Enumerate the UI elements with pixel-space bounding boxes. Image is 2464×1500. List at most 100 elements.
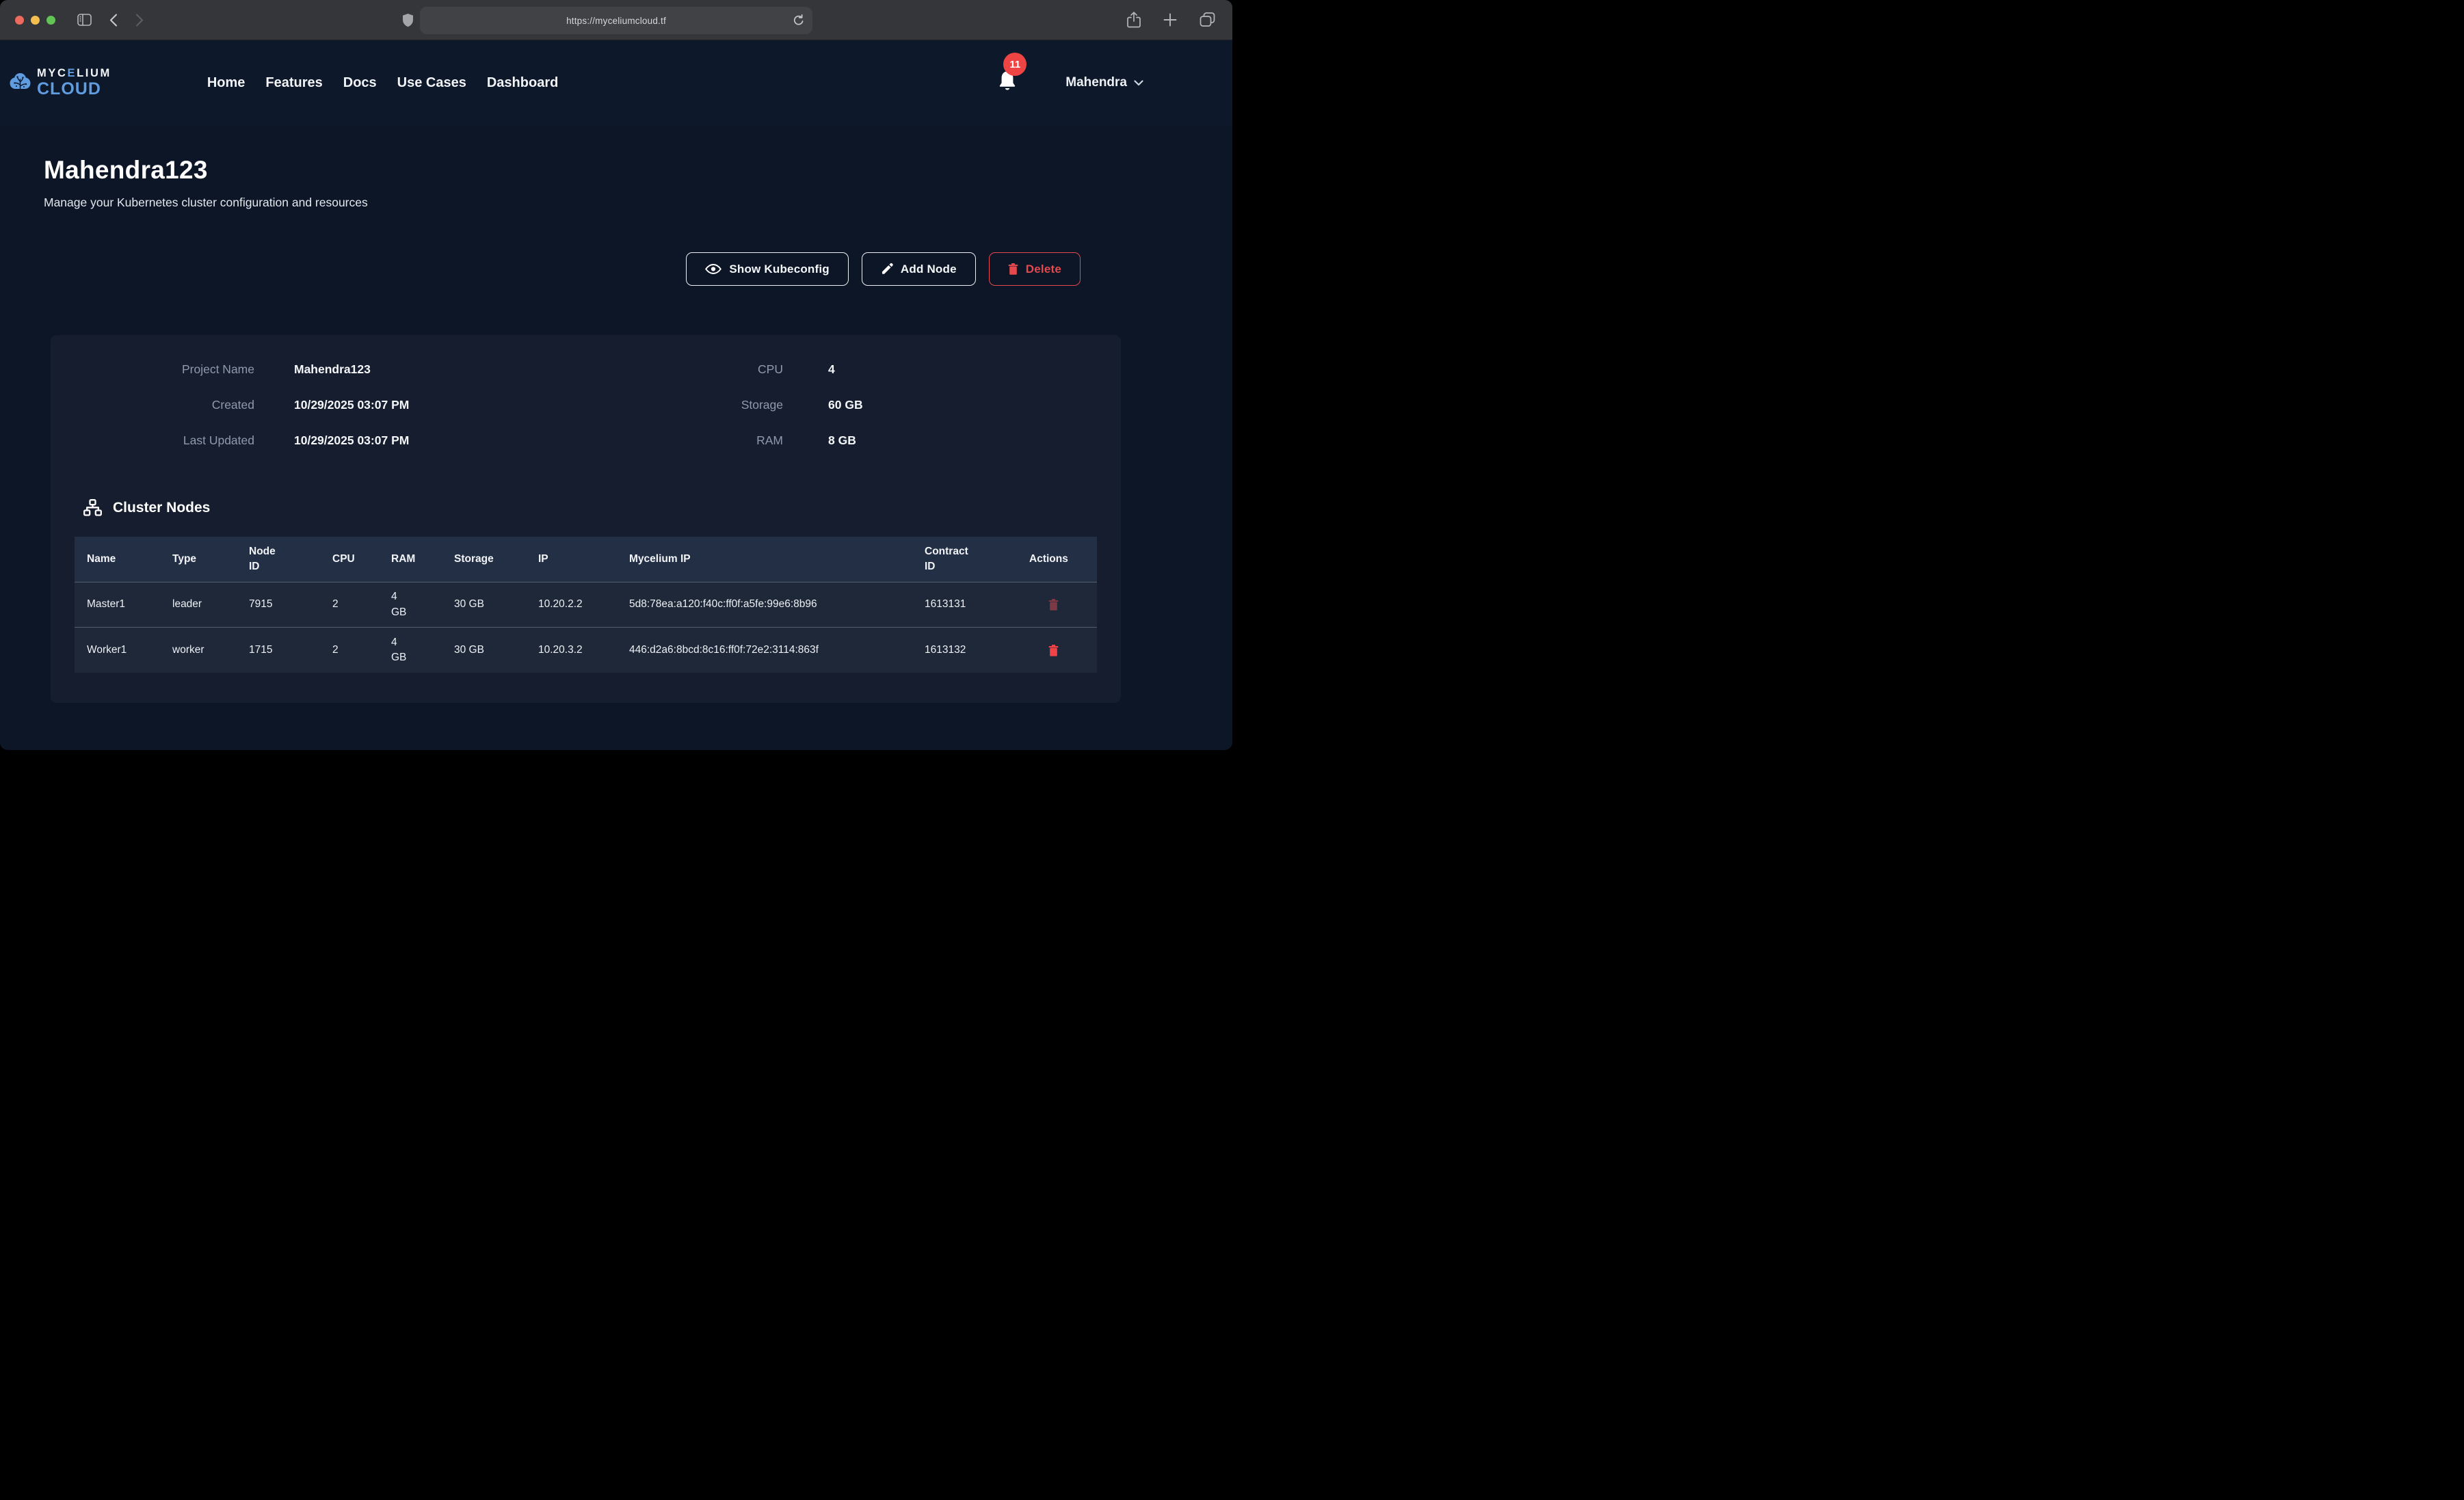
nav-links: Home Features Docs Use Cases Dashboard — [207, 75, 559, 91]
node-cell-node-id: 7915 — [249, 597, 332, 612]
detail-value: 10/29/2025 03:07 PM — [294, 398, 409, 412]
node-cell-contract-id: 1613131 — [925, 597, 1029, 612]
detail-row: CPU 4 — [583, 361, 863, 377]
trash-icon — [1048, 645, 1059, 656]
column-header-cpu: CPU — [332, 552, 391, 567]
node-row-worker1: Worker1worker171524 GB30 GB10.20.3.2446:… — [75, 628, 1097, 673]
trash-icon — [1008, 263, 1018, 275]
node-cell-storage: 30 GB — [454, 643, 538, 658]
url-text: https://myceliumcloud.tf — [566, 16, 666, 26]
node-cell-ip: 10.20.3.2 — [538, 643, 629, 658]
notifications-button[interactable]: 11 — [998, 70, 1016, 95]
sidebar-toggle-icon[interactable] — [77, 14, 92, 26]
back-button-icon[interactable] — [109, 14, 118, 27]
node-cell-ip: 10.20.2.2 — [538, 597, 629, 612]
detail-value: Mahendra123 — [294, 362, 371, 377]
brand-e-accent: E — [67, 67, 77, 79]
node-cell-type: leader — [172, 597, 249, 612]
delete-node-button[interactable] — [1029, 599, 1059, 611]
reload-icon[interactable] — [793, 14, 804, 27]
column-header-actions: Actions — [1029, 552, 1097, 567]
nav-link-home[interactable]: Home — [207, 75, 246, 91]
privacy-shield-icon[interactable] — [402, 13, 414, 27]
forward-button-icon[interactable] — [135, 14, 144, 27]
browser-window: https://myceliumcloud.tf — [0, 0, 1232, 750]
detail-label: Project Name — [51, 362, 254, 377]
node-cell-actions — [1029, 645, 1097, 656]
detail-label: Storage — [583, 398, 783, 412]
column-header-mycelium-ip: Mycelium IP — [629, 552, 925, 567]
user-name: Mahendra — [1065, 75, 1127, 90]
brand-line1: MYCELIUM — [37, 68, 111, 79]
detail-value: 60 GB — [828, 398, 863, 412]
pencil-icon — [881, 263, 893, 276]
nav-link-use-cases[interactable]: Use Cases — [397, 75, 466, 91]
node-cell-name: Master1 — [87, 597, 172, 612]
detail-value: 4 — [828, 362, 835, 377]
node-cell-type: worker — [172, 643, 249, 658]
cluster-details: Project NameMahendra123Created10/29/2025… — [51, 335, 1121, 448]
details-right: CPU 4 Storage 60 GB RAM 8 GB — [583, 361, 863, 468]
detail-value: 8 GB — [828, 433, 856, 448]
node-cell-ram: 4 GB — [391, 635, 454, 666]
detail-label: RAM — [583, 433, 783, 448]
share-icon[interactable] — [1127, 12, 1141, 28]
add-node-label: Add Node — [901, 263, 957, 276]
new-tab-icon[interactable] — [1163, 13, 1177, 27]
brand-line2: CLOUD — [37, 81, 111, 98]
node-cell-contract-id: 1613132 — [925, 643, 1029, 658]
delete-label: Delete — [1026, 263, 1061, 276]
page-title: Mahendra123 — [44, 156, 1232, 185]
column-header-storage: Storage — [454, 552, 538, 567]
mycelium-cloud-logo-icon — [10, 72, 31, 94]
show-kubeconfig-button[interactable]: Show Kubeconfig — [686, 252, 849, 286]
column-header-name: Name — [87, 552, 172, 567]
detail-label: Last Updated — [51, 433, 254, 448]
site-navbar: MYCELIUM CLOUD Home Features Docs Use Cases… — [0, 40, 1232, 125]
page-content: Mahendra123 Manage your Kubernetes clust… — [0, 40, 1232, 703]
user-menu[interactable]: Mahendra — [1065, 75, 1143, 90]
show-kubeconfig-label: Show Kubeconfig — [729, 263, 830, 276]
node-cell-mycelium-ip: 5d8:78ea:a120:f40c:ff0f:a5fe:99e6:8b96 — [629, 597, 925, 612]
column-header-ip: IP — [538, 552, 629, 567]
node-row-master1: Master1leader791524 GB30 GB10.20.2.25d8:… — [75, 582, 1097, 628]
nav-link-docs[interactable]: Docs — [343, 75, 377, 91]
trash-icon — [1048, 599, 1059, 611]
node-cell-mycelium-ip: 446:d2a6:8bcd:8c16:ff0f:72e2:3114:863f — [629, 643, 925, 658]
add-node-button[interactable]: Add Node — [862, 252, 976, 286]
minimize-window-button[interactable] — [31, 16, 40, 25]
page-subtitle: Manage your Kubernetes cluster configura… — [44, 196, 1232, 210]
node-cell-storage: 30 GB — [454, 597, 538, 612]
fullscreen-window-button[interactable] — [47, 16, 55, 25]
detail-value: 10/29/2025 03:07 PM — [294, 433, 409, 448]
browser-titlebar: https://myceliumcloud.tf — [0, 0, 1232, 40]
cluster-nodes-icon — [83, 499, 102, 516]
column-header-node-id: Node ID — [249, 544, 332, 575]
node-cell-ram: 4 GB — [391, 589, 454, 620]
nav-link-dashboard[interactable]: Dashboard — [487, 75, 558, 91]
window-controls — [15, 16, 55, 25]
node-cell-name: Worker1 — [87, 643, 172, 658]
cluster-nodes-title: Cluster Nodes — [113, 500, 210, 516]
nav-link-features[interactable]: Features — [265, 75, 322, 91]
close-window-button[interactable] — [15, 16, 24, 25]
delete-node-button[interactable] — [1029, 645, 1059, 656]
detail-label: CPU — [583, 362, 783, 377]
column-header-ram: RAM — [391, 552, 454, 567]
chevron-down-icon — [1134, 80, 1143, 86]
column-header-contract-id: Contract ID — [925, 544, 1029, 575]
cluster-nodes-header: Cluster Nodes — [83, 499, 1121, 516]
cluster-nodes-table: NameTypeNode IDCPURAMStorageIPMycelium I… — [75, 537, 1097, 673]
address-bar[interactable]: https://myceliumcloud.tf — [420, 7, 812, 34]
notification-count-badge: 11 — [1003, 53, 1026, 76]
eye-icon — [705, 264, 721, 274]
brand-logo[interactable]: MYCELIUM CLOUD — [10, 68, 111, 98]
titlebar-right-actions — [1127, 0, 1215, 40]
delete-cluster-button[interactable]: Delete — [989, 252, 1081, 286]
tab-overview-icon[interactable] — [1200, 12, 1215, 27]
cluster-details-card: Project NameMahendra123Created10/29/2025… — [51, 335, 1121, 703]
navbar-right: 11 Mahendra — [998, 70, 1143, 95]
brand-text: MYCELIUM CLOUD — [37, 68, 111, 98]
node-cell-node-id: 1715 — [249, 643, 332, 658]
table-header-row: NameTypeNode IDCPURAMStorageIPMycelium I… — [75, 537, 1097, 582]
